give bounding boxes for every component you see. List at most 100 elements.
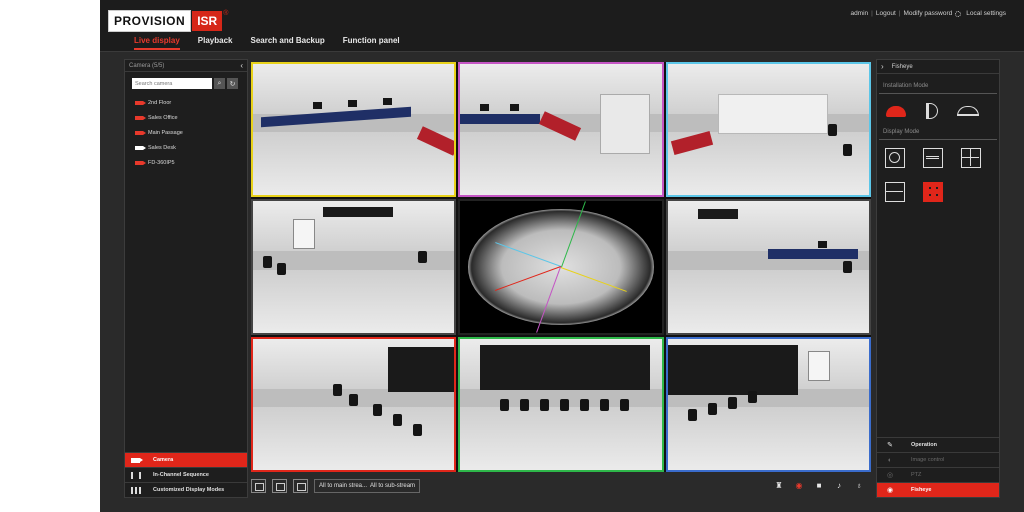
scene-chair (687, 408, 697, 421)
image-control-tab[interactable]: ◐ Image control (877, 452, 999, 467)
video-tile[interactable] (665, 199, 871, 335)
customized-display-modes-tab[interactable]: Customized Display Modes (125, 482, 247, 497)
separator: | (871, 10, 873, 17)
scene-chair (707, 402, 717, 415)
modify-password-link[interactable]: Modify password (903, 10, 952, 17)
expand-right-icon[interactable]: › (881, 62, 884, 71)
scene-screens (697, 209, 738, 220)
scene-chair (620, 398, 630, 411)
in-channel-sequence-tab[interactable]: In-Channel Sequence (125, 467, 247, 482)
desktop-mount-icon (957, 106, 979, 116)
camera-search-input[interactable] (132, 78, 212, 89)
desktop-mount-button[interactable] (957, 102, 979, 120)
scene-chair (842, 144, 852, 156)
camera-item-sales-office[interactable]: Sales Office (125, 110, 247, 125)
ptz-icon: ◎ (886, 472, 894, 479)
camera-item-main-passage[interactable]: Main Passage (125, 125, 247, 140)
brand-name: PROVISION (108, 10, 192, 32)
alarm-bell-icon[interactable]: ♜ (773, 479, 785, 491)
scene-floor (253, 406, 455, 470)
scene-monitor (510, 104, 520, 111)
video-tile[interactable] (458, 199, 664, 335)
stream-selector[interactable]: All to main strea... All to sub-stream (314, 479, 421, 493)
scene-chair (333, 383, 342, 396)
video-tile[interactable] (251, 199, 457, 335)
display-mode-split[interactable] (885, 182, 905, 202)
wall-mount-button[interactable] (921, 102, 943, 120)
full-screen-button[interactable] (251, 479, 266, 493)
camera-panel-title: Camera (5/5) (129, 62, 165, 69)
installation-mode-label: Installation Mode (883, 83, 929, 89)
user-links: admin | Logout | Modify password Local s… (850, 10, 1006, 17)
brand-suffix: ISR (192, 11, 223, 31)
camera-panel: Camera (5/5) ‹ ⌕ ↻ 2nd Floor Sales Offic… (124, 59, 248, 498)
camera-item-sales-desk[interactable]: Sales Desk (125, 140, 247, 155)
search-icon[interactable]: ⌕ (214, 78, 225, 89)
refresh-icon[interactable]: ↻ (227, 78, 238, 89)
scene-floor (667, 406, 869, 470)
scene-floor (253, 269, 455, 333)
camera-search: ⌕ ↻ (132, 78, 247, 89)
brand-logo: PROVISION ISR ® (108, 10, 228, 32)
camera-red-icon (135, 160, 146, 165)
ptz-tab-label: PTZ (911, 472, 922, 478)
collapse-left-icon[interactable]: ‹ (240, 61, 243, 70)
ceiling-mount-button[interactable] (885, 102, 907, 120)
display-mode-quad[interactable] (961, 148, 981, 168)
tab-live-display[interactable]: Live display (134, 36, 180, 50)
quad-icon (962, 157, 979, 158)
tab-search-and-backup[interactable]: Search and Backup (251, 36, 325, 50)
fisheye-tab-label: Fisheye (911, 487, 932, 493)
scene-desk (460, 114, 541, 124)
camera-tab[interactable]: Camera (125, 452, 247, 467)
camera-red-icon (135, 115, 146, 120)
eye-icon[interactable]: ◉ (793, 479, 805, 491)
audio-icon[interactable]: ♪ (833, 479, 845, 491)
username-link[interactable]: admin (850, 10, 868, 17)
display-mode-multi[interactable] (923, 182, 943, 202)
scene-floor (667, 269, 869, 333)
video-tile[interactable] (665, 62, 871, 198)
scene-chair (842, 261, 852, 274)
fisheye-tab[interactable]: ◉ Fisheye (877, 482, 999, 497)
video-tile[interactable] (458, 336, 664, 472)
video-tile[interactable] (458, 62, 664, 198)
operation-tab-label: Operation (911, 442, 937, 448)
logout-link[interactable]: Logout (876, 10, 896, 17)
camera-item-2nd-floor[interactable]: 2nd Floor (125, 95, 247, 110)
split-icon (886, 191, 903, 192)
main-stream-option[interactable]: All to main strea... (319, 483, 367, 489)
local-settings-link[interactable]: Local settings (966, 10, 1006, 17)
microphone-icon[interactable]: ♁ (853, 479, 865, 491)
top-bar: PROVISION ISR ® Live display Playback Se… (100, 0, 1024, 52)
camera-item-fd-360ip5[interactable]: FD-360IP5 (125, 155, 247, 170)
record-icon[interactable]: ■ (813, 479, 825, 491)
ptz-tab[interactable]: ◎ PTZ (877, 467, 999, 482)
video-tile[interactable] (665, 336, 871, 472)
scene-whiteboard (807, 350, 830, 381)
scene-monitor (817, 241, 827, 249)
video-tile[interactable] (251, 336, 457, 472)
scene-display-wall (667, 344, 798, 395)
video-tile[interactable] (251, 62, 457, 198)
screen-layout-button[interactable] (272, 479, 287, 493)
display-mode-fisheye[interactable] (885, 148, 905, 168)
operation-tab[interactable]: ✎ Operation (877, 437, 999, 452)
tab-playback[interactable]: Playback (198, 36, 233, 50)
display-mode-panorama[interactable] (923, 148, 943, 168)
fisheye-panel-header: › Fisheye (877, 60, 999, 74)
camera-item-label: FD-360IP5 (148, 159, 175, 166)
scene-chair (277, 263, 286, 276)
operation-icon: ✎ (887, 442, 893, 449)
sub-stream-option[interactable]: All to sub-stream (370, 483, 415, 489)
scene-display-wall (388, 346, 455, 392)
image-control-tab-label: Image control (911, 457, 945, 463)
video-grid (251, 62, 871, 472)
scene-monitor (383, 98, 392, 105)
aspect-ratio-button[interactable] (293, 479, 308, 493)
camera-item-label: Sales Desk (148, 144, 176, 151)
sequence-icon (131, 471, 141, 479)
image-control-icon: ◐ (887, 456, 893, 464)
tab-function-panel[interactable]: Function panel (343, 36, 400, 50)
circle-icon (889, 152, 900, 163)
